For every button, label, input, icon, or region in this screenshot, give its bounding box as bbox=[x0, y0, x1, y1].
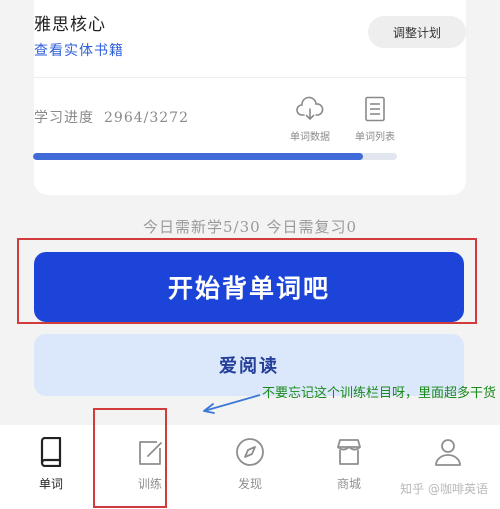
nav-label-words: 单词 bbox=[38, 477, 63, 491]
annotation-note: 不要忘记这个训练栏目呀，里面超多干货 bbox=[262, 386, 497, 401]
nav-item-shop[interactable]: 商城 bbox=[319, 437, 379, 492]
user-icon bbox=[435, 439, 461, 466]
shop-icon bbox=[337, 439, 361, 465]
nav-label-discover: 发现 bbox=[237, 477, 262, 491]
word-list-button[interactable]: 单词列表 bbox=[345, 96, 405, 143]
nav-item-me[interactable] bbox=[418, 437, 478, 475]
arrow-icon bbox=[203, 394, 261, 414]
nav-label-shop: 商城 bbox=[336, 477, 361, 491]
progress-value: 2964/3272 bbox=[104, 110, 189, 126]
list-document-icon bbox=[365, 96, 385, 122]
training-highlight-box bbox=[93, 408, 167, 508]
word-data-label: 单词数据 bbox=[290, 132, 330, 143]
word-list-label: 单词列表 bbox=[355, 132, 395, 143]
book-icon bbox=[40, 437, 62, 467]
today-summary: 今日需新学5/30 今日需复习0 bbox=[143, 218, 357, 236]
start-learning-button[interactable]: 开始背单词吧 bbox=[34, 252, 464, 322]
progress-bar bbox=[33, 153, 397, 160]
book-title: 雅思核心 bbox=[34, 15, 106, 35]
nav-item-words[interactable]: 单词 bbox=[21, 437, 81, 492]
word-data-button[interactable]: 单词数据 bbox=[280, 96, 340, 143]
nav-item-discover[interactable]: 发现 bbox=[220, 437, 280, 492]
view-physical-book-link[interactable]: 查看实体书籍 bbox=[34, 40, 124, 60]
compass-icon bbox=[236, 438, 264, 466]
progress-bar-fill bbox=[33, 153, 363, 160]
adjust-plan-button[interactable]: 调整计划 bbox=[368, 16, 466, 48]
progress-label: 学习进度 bbox=[34, 110, 94, 126]
cloud-icon bbox=[296, 96, 324, 120]
progress-row: 学习进度 2964/3272 bbox=[34, 107, 189, 127]
card-divider bbox=[34, 77, 466, 78]
watermark: 知乎 @咖啡英语 bbox=[400, 482, 488, 496]
